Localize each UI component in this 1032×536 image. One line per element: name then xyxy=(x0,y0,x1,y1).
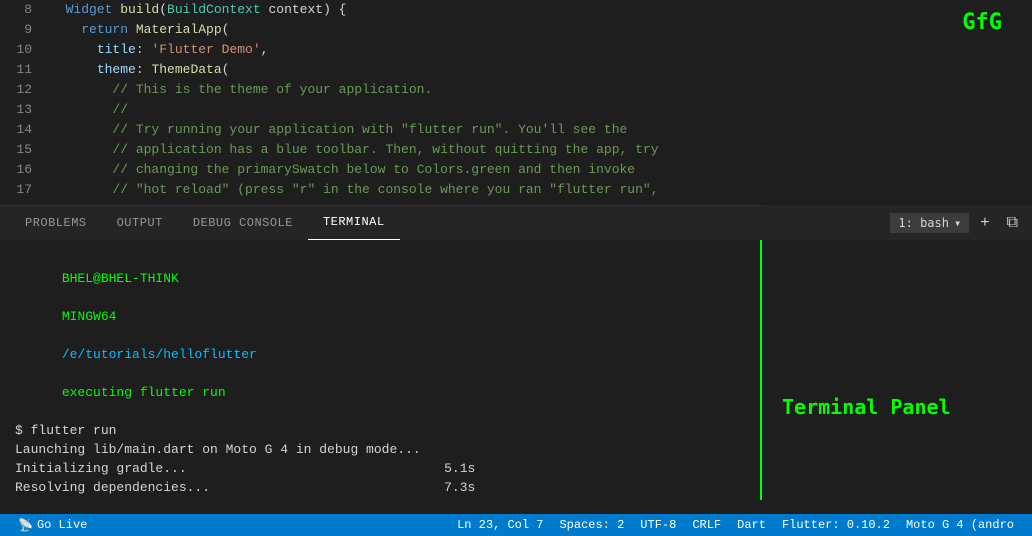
terminal-line: Initializing gradle... 5.1s xyxy=(15,459,745,478)
maximize-panel-button[interactable]: ⧉ xyxy=(1001,212,1024,234)
code-lines: Widget build(BuildContext context) { ret… xyxy=(40,0,1032,205)
code-line: // application has a blue toolbar. Then,… xyxy=(50,140,1022,160)
line-number: 10 xyxy=(0,40,32,60)
terminal-output: $ flutter runLaunching lib/main.dart on … xyxy=(15,421,745,500)
line-number: 9 xyxy=(0,20,32,40)
device-name[interactable]: Moto G 4 (andro xyxy=(898,514,1022,536)
spaces-setting[interactable]: Spaces: 2 xyxy=(551,514,632,536)
line-number: 13 xyxy=(0,100,32,120)
line-ending-setting[interactable]: CRLF xyxy=(684,514,729,536)
bash-label: 1: bash xyxy=(898,216,949,230)
gfg-watermark: GfG xyxy=(962,10,1002,35)
tab-terminal[interactable]: TERMINAL xyxy=(308,206,400,241)
terminal-spaces3 xyxy=(62,366,140,381)
terminal-toolbar: 1: bash ▾ + ⧉ xyxy=(762,205,1032,240)
terminal-line: Launching lib/main.dart on Moto G 4 in d… xyxy=(15,440,745,459)
line-number: 15 xyxy=(0,140,32,160)
encoding-label: UTF-8 xyxy=(640,518,676,532)
line-number: 16 xyxy=(0,160,32,180)
code-line: // changing the primarySwatch below to C… xyxy=(50,160,1022,180)
language-setting[interactable]: Dart xyxy=(729,514,774,536)
terminal-dir: /e/tutorials/helloflutter xyxy=(62,347,257,362)
terminal-panel-label: Terminal Panel xyxy=(782,395,951,419)
cursor-pos-label: Ln 23, Col 7 xyxy=(457,518,543,532)
broadcast-icon: 📡 xyxy=(18,518,33,533)
spaces-label: Spaces: 2 xyxy=(559,518,624,532)
code-line: // Try running your application with "fl… xyxy=(50,120,1022,140)
cursor-position[interactable]: Ln 23, Col 7 xyxy=(449,514,551,536)
chevron-down-icon: ▾ xyxy=(954,216,961,230)
code-line: // "hot reload" (press "r" in the consol… xyxy=(50,180,1022,200)
terminal-area: BHEL@BHEL-THINK MINGW64 /e/tutorials/hel… xyxy=(0,240,762,500)
terminal-user: BHEL@BHEL-THINK xyxy=(62,271,179,286)
terminal-wrapper: BHEL@BHEL-THINK MINGW64 /e/tutorials/hel… xyxy=(0,240,1032,500)
terminal-line: $ flutter run xyxy=(15,421,745,440)
tab-output[interactable]: OUTPUT xyxy=(102,206,178,241)
line-number: 17 xyxy=(0,180,32,200)
go-live-label: Go Live xyxy=(37,518,87,532)
tab-debug-console[interactable]: DEBUG CONSOLE xyxy=(178,206,308,241)
terminal-space2 xyxy=(62,328,70,343)
terminal-shell: MINGW64 xyxy=(62,309,117,324)
add-terminal-button[interactable]: + xyxy=(974,212,995,234)
terminal-prompt-line: BHEL@BHEL-THINK MINGW64 /e/tutorials/hel… xyxy=(15,250,745,421)
line-numbers: 891011121314151617 xyxy=(0,0,40,205)
code-line: title: 'Flutter Demo', xyxy=(50,40,1022,60)
line-number: 8 xyxy=(0,0,32,20)
terminal-line: Resolving dependencies... 7.3s xyxy=(15,478,745,497)
device-label: Moto G 4 (andro xyxy=(906,518,1014,532)
right-panel: Terminal Panel xyxy=(762,240,1032,500)
terminal-exec-label: executing flutter run xyxy=(62,385,226,400)
code-line: return MaterialApp( xyxy=(50,20,1022,40)
line-number: 11 xyxy=(0,60,32,80)
code-line: Widget build(BuildContext context) { xyxy=(50,0,1022,20)
language-label: Dart xyxy=(737,518,766,532)
flutter-version[interactable]: Flutter: 0.10.2 xyxy=(774,514,898,536)
line-number: 12 xyxy=(0,80,32,100)
status-bar: 📡 Go Live Ln 23, Col 7 Spaces: 2 UTF-8 C… xyxy=(0,514,1032,536)
bash-dropdown[interactable]: 1: bash ▾ xyxy=(890,213,969,233)
tab-problems[interactable]: PROBLEMS xyxy=(10,206,102,241)
encoding-setting[interactable]: UTF-8 xyxy=(632,514,684,536)
code-line: theme: ThemeData( xyxy=(50,60,1022,80)
code-line: // This is the theme of your application… xyxy=(50,80,1022,100)
go-live-button[interactable]: 📡 Go Live xyxy=(10,514,95,536)
terminal-space1 xyxy=(62,290,70,305)
flutter-label: Flutter: 0.10.2 xyxy=(782,518,890,532)
line-ending-label: CRLF xyxy=(692,518,721,532)
line-number: 14 xyxy=(0,120,32,140)
terminal-line: Gradle task 'assembleDebug'... xyxy=(15,497,745,500)
code-editor: 891011121314151617 Widget build(BuildCon… xyxy=(0,0,1032,205)
code-line: // xyxy=(50,100,1022,120)
